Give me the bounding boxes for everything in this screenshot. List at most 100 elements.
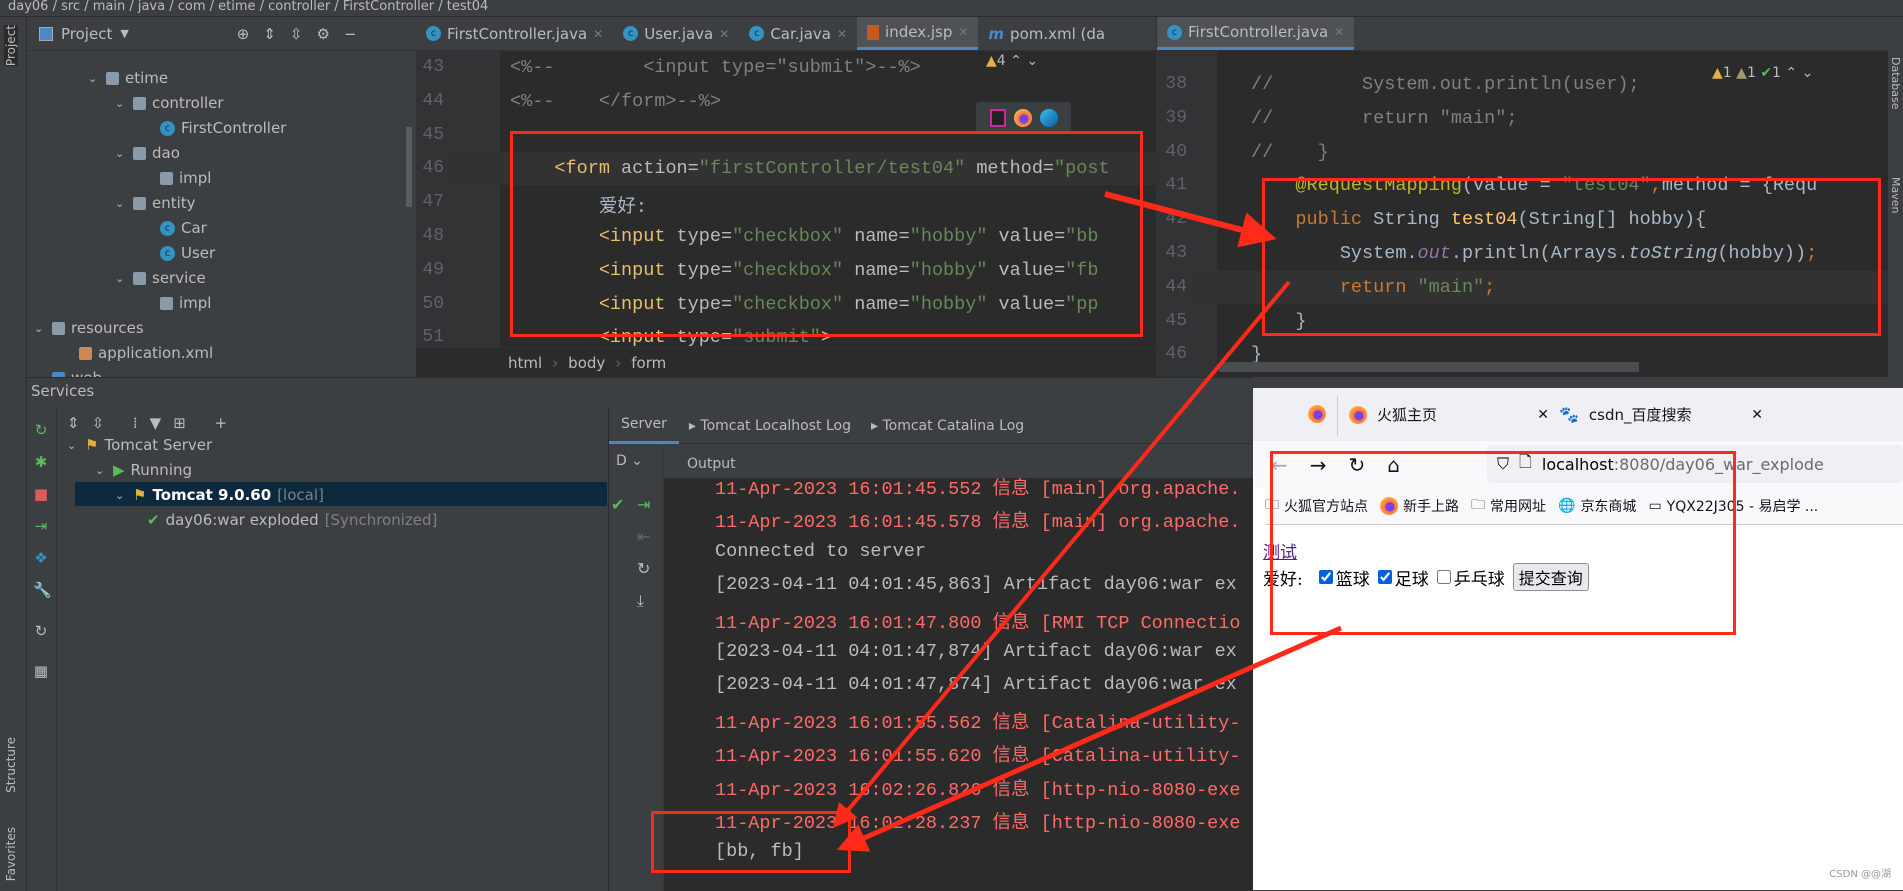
project-tree-item[interactable]: ⌄ resources <box>34 319 144 337</box>
java-editor[interactable]: c FirstController.java ✕ 38 // System.out.p… <box>1156 17 1888 377</box>
database-tool-button[interactable]: Database <box>1889 57 1902 110</box>
project-tree-item[interactable]: c FirstController <box>142 119 286 137</box>
home-icon[interactable]: ⌂ <box>1387 453 1400 477</box>
code-line[interactable]: <input type="checkbox" name="hobby" valu… <box>510 226 1099 247</box>
project-tree-item[interactable]: c Car <box>142 219 207 237</box>
chevron-down-icon[interactable]: ⌄ <box>115 97 127 110</box>
project-tree-item[interactable]: ⌄ service <box>115 269 206 287</box>
inspection-widget[interactable]: ▲4 ⌃ ⌄ <box>986 53 1038 69</box>
chevron-down-icon[interactable]: ⌄ <box>115 147 127 160</box>
refresh-icon[interactable]: ↻ <box>33 623 49 639</box>
services-tree-item[interactable]: ⌄ ⚑ Tomcat 9.0.60 [local] <box>115 486 324 504</box>
close-tab-icon[interactable]: ✕ <box>958 25 968 39</box>
inspection-widget[interactable]: ▲1 ▲1 ✔1 ⌃ ⌄ <box>1712 65 1813 81</box>
bookmark-item[interactable]: 🗀 火狐官方站点 <box>1265 494 1368 518</box>
horizontal-scrollbar[interactable] <box>1219 362 1639 372</box>
code-line[interactable]: <form action="firstController/test04" me… <box>510 158 1109 179</box>
jsp-editor[interactable]: c FirstController.java ✕ c User.java ✕ c Car.ja… <box>416 17 1156 377</box>
intellij-icon[interactable] <box>989 109 1006 127</box>
layout-icon[interactable]: ▦ <box>33 663 49 679</box>
forward-icon[interactable]: → <box>1310 453 1327 477</box>
undeploy-icon[interactable]: ⇤ <box>637 527 650 546</box>
chevron-down-icon[interactable]: ⌄ <box>95 464 107 477</box>
editor-tab[interactable]: index.jsp ✕ <box>857 17 979 50</box>
edge-icon[interactable] <box>1039 109 1058 127</box>
browser-tab[interactable]: 🐾 csdn_百度搜索 ✕ <box>1559 388 1763 441</box>
editor-tab[interactable]: c User.java ✕ <box>613 17 739 50</box>
tab-localhost-log[interactable]: ▸ Tomcat Localhost Log <box>679 418 861 434</box>
navigation-breadcrumb[interactable]: day06 / src / main / java / com / etime … <box>0 0 1903 17</box>
chevron-down-icon[interactable]: ⌄ <box>115 197 127 210</box>
code-line[interactable]: @RequestMapping(value = "test04",method … <box>1251 175 1817 196</box>
hobby-checkbox[interactable] <box>1318 570 1333 584</box>
code-line[interactable]: return "main"; <box>1251 277 1495 298</box>
crumb-html[interactable]: html <box>508 354 542 372</box>
structure-tool-button[interactable]: Structure <box>4 737 18 793</box>
crumb-body[interactable]: body <box>568 354 605 372</box>
deploy-arrow-icon[interactable]: ⇥ <box>637 495 650 514</box>
wrench-icon[interactable]: 🔧 <box>33 582 52 598</box>
project-tree-item[interactable]: impl <box>142 169 211 187</box>
close-tab-icon[interactable]: ✕ <box>1751 407 1763 423</box>
project-tree-item[interactable]: ⌄ etime <box>88 69 168 87</box>
artifact-icon[interactable]: ❖ <box>33 550 49 566</box>
hobby-checkbox-item[interactable]: 篮球 <box>1318 565 1370 590</box>
close-tab-icon[interactable]: ✕ <box>1334 25 1344 39</box>
tab-server[interactable]: Server <box>609 407 679 444</box>
chevron-down-icon[interactable]: ⌄ <box>88 72 100 85</box>
project-tree-item[interactable]: application.xml <box>61 344 213 362</box>
editor-tab[interactable]: c Car.java ✕ <box>739 17 857 50</box>
code-line[interactable]: // return "main"; <box>1251 108 1517 129</box>
close-tab-icon[interactable]: ✕ <box>719 27 729 41</box>
services-toolbar[interactable]: ⇕⇳ ⁞▼⊞ + <box>67 414 239 432</box>
scroll-end-icon[interactable]: ⤓ <box>637 591 644 611</box>
url-bar[interactable]: ⛉ 🗋 localhost:8080/day06_war_explode <box>1487 445 1903 483</box>
code-line[interactable]: } <box>1251 311 1306 332</box>
code-line[interactable]: <input type="checkbox" name="hobby" valu… <box>510 294 1099 315</box>
back-icon[interactable]: ← <box>1271 453 1288 477</box>
bookmark-item[interactable]: 新手上路 <box>1380 496 1459 516</box>
project-tree-item[interactable]: impl <box>142 294 211 312</box>
chevron-down-icon[interactable]: ⌄ <box>115 489 127 502</box>
close-tab-icon[interactable]: ✕ <box>837 27 847 41</box>
code-line[interactable]: <%-- <input type="submit">--%> <box>510 57 921 78</box>
hobby-checkbox-item[interactable]: 足球 <box>1377 565 1429 590</box>
editor-tab[interactable]: c FirstController.java ✕ <box>416 17 613 50</box>
bookmark-item[interactable]: ▭ YQX22J305 - 易启学 ... <box>1648 496 1818 516</box>
bookmark-item[interactable]: 🗀 常用网址 <box>1471 494 1546 518</box>
chevron-down-icon[interactable]: ⌄ <box>34 322 46 335</box>
maven-tool-button[interactable]: Maven <box>1889 177 1902 213</box>
project-tree-item[interactable]: c User <box>142 244 215 262</box>
browser-tab[interactable]: 火狐主页 ✕ <box>1349 388 1549 441</box>
favorites-tool-button[interactable]: Favorites <box>4 827 18 881</box>
project-tool-button[interactable]: Project <box>4 25 18 67</box>
code-line[interactable]: // } <box>1251 142 1329 163</box>
editor-tab[interactable]: m pom.xml (da <box>978 17 1115 50</box>
rerun-icon[interactable]: ↻ <box>33 422 49 438</box>
shield-icon[interactable]: ⛉ <box>1497 454 1509 474</box>
firefox-icon[interactable] <box>1013 109 1032 127</box>
dropdown-icon[interactable]: ▼ <box>120 27 128 40</box>
hobby-checkbox[interactable] <box>1436 570 1451 584</box>
chevron-down-icon[interactable]: ⌄ <box>67 439 79 452</box>
services-tree-item[interactable]: ✔ day06:war exploded [Synchronized] <box>147 511 437 529</box>
update-icon[interactable]: ↻ <box>637 559 650 578</box>
code-line[interactable]: <input type="submit"> <box>510 327 832 348</box>
deployment-dropdown[interactable]: D ⌄ <box>616 453 643 469</box>
test-link[interactable]: 测试 <box>1263 538 1589 563</box>
crumb-form[interactable]: form <box>631 354 666 372</box>
deploy-icon[interactable]: ⇥ <box>33 518 49 534</box>
code-line[interactable]: System.out.println(Arrays.toString(hobby… <box>1251 243 1817 264</box>
code-line[interactable]: public String test04(String[] hobby){ <box>1251 209 1706 230</box>
debug-icon[interactable]: ✱ <box>33 454 49 470</box>
submit-button[interactable]: 提交查询 <box>1512 563 1589 591</box>
bookmark-item[interactable]: 🌐 京东商城 <box>1558 496 1636 516</box>
firefox-icon[interactable] <box>1308 405 1326 423</box>
hobby-checkbox-item[interactable]: 乒乓球 <box>1436 565 1505 590</box>
code-line[interactable]: // System.out.println(user); <box>1251 74 1640 95</box>
project-tree-item[interactable]: ⌄ entity <box>115 194 196 212</box>
project-tree-item[interactable]: ⌄ controller <box>115 94 224 112</box>
reload-icon[interactable]: ↻ <box>1349 453 1366 477</box>
code-line[interactable]: <input type="checkbox" name="hobby" valu… <box>510 260 1099 281</box>
project-view-selector[interactable]: Project <box>61 25 112 43</box>
